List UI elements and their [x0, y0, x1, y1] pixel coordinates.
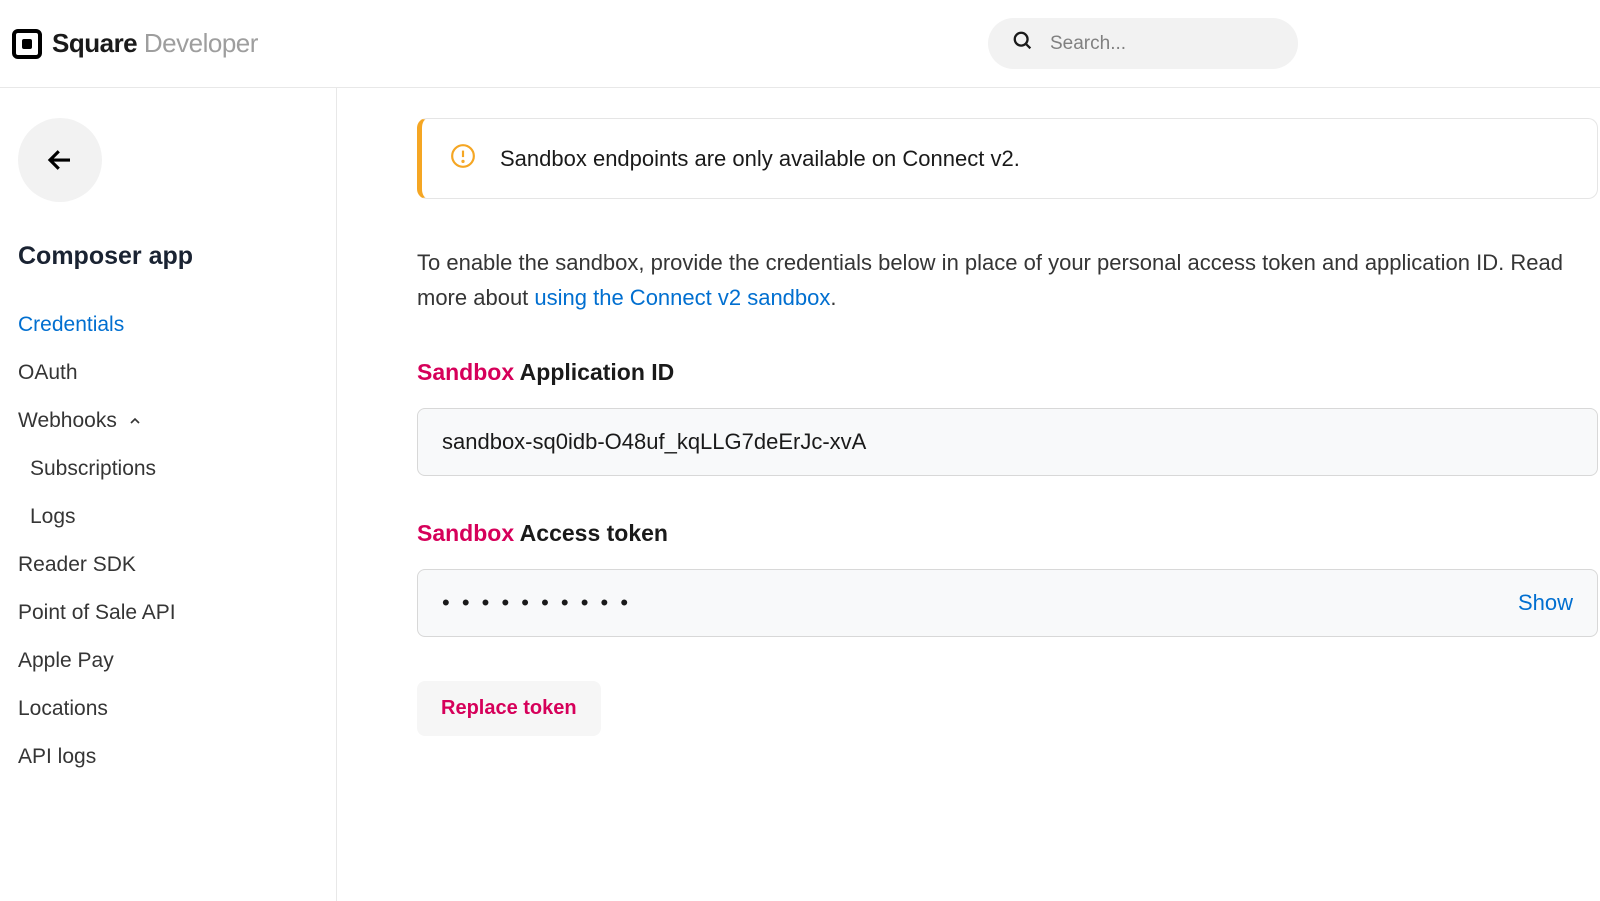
warning-icon: [450, 143, 476, 174]
arrow-left-icon: [45, 145, 75, 175]
app-id-value: sandbox-sq0idb-O48uf_kqLLG7deErJc-xvA: [442, 429, 866, 455]
search-icon: [1012, 30, 1034, 57]
sidebar: Composer app Credentials OAuth Webhooks …: [0, 88, 337, 901]
nav-credentials[interactable]: Credentials: [18, 301, 318, 349]
nav-oauth[interactable]: OAuth: [18, 349, 318, 397]
logo-secondary: Developer: [144, 28, 258, 58]
nav-locations[interactable]: Locations: [18, 685, 318, 733]
chevron-up-icon: [127, 413, 143, 429]
nav-logs[interactable]: Logs: [18, 493, 318, 541]
access-token-masked: • • • • • • • • • •: [442, 590, 631, 616]
access-token-label-text: Access token: [514, 520, 668, 546]
logo-text: Square Developer: [52, 28, 258, 59]
access-token-field[interactable]: • • • • • • • • • • Show: [417, 569, 1598, 637]
nav-pos-api[interactable]: Point of Sale API: [18, 589, 318, 637]
description-text: To enable the sandbox, provide the crede…: [417, 245, 1598, 315]
nav-reader-sdk[interactable]: Reader SDK: [18, 541, 318, 589]
description-post: .: [830, 285, 836, 310]
nav-api-logs[interactable]: API logs: [18, 733, 318, 781]
alert-text: Sandbox endpoints are only available on …: [500, 146, 1020, 172]
nav-webhooks[interactable]: Webhooks: [18, 397, 318, 445]
app-id-label-text: Application ID: [514, 359, 674, 385]
logo[interactable]: Square Developer: [12, 28, 258, 59]
access-token-label: Sandbox Access token: [417, 520, 1598, 547]
alert-box: Sandbox endpoints are only available on …: [417, 118, 1598, 199]
top-header: Square Developer: [0, 0, 1600, 88]
search-box[interactable]: [988, 18, 1298, 69]
app-id-field[interactable]: sandbox-sq0idb-O48uf_kqLLG7deErJc-xvA: [417, 408, 1598, 476]
search-input[interactable]: [1050, 33, 1274, 55]
app-name: Composer app: [18, 242, 318, 271]
app-id-label: Sandbox Application ID: [417, 359, 1598, 386]
back-button[interactable]: [18, 118, 102, 202]
sandbox-docs-link[interactable]: using the Connect v2 sandbox: [534, 285, 830, 310]
show-token-link[interactable]: Show: [1518, 590, 1573, 616]
logo-primary: Square: [52, 28, 137, 58]
nav-webhooks-label: Webhooks: [18, 409, 117, 433]
nav-apple-pay[interactable]: Apple Pay: [18, 637, 318, 685]
sandbox-tag: Sandbox: [417, 359, 514, 385]
replace-token-button[interactable]: Replace token: [417, 681, 601, 736]
nav-subscriptions[interactable]: Subscriptions: [18, 445, 318, 493]
square-logo-icon: [12, 29, 42, 59]
sandbox-tag: Sandbox: [417, 520, 514, 546]
main-content: Sandbox endpoints are only available on …: [337, 88, 1600, 901]
